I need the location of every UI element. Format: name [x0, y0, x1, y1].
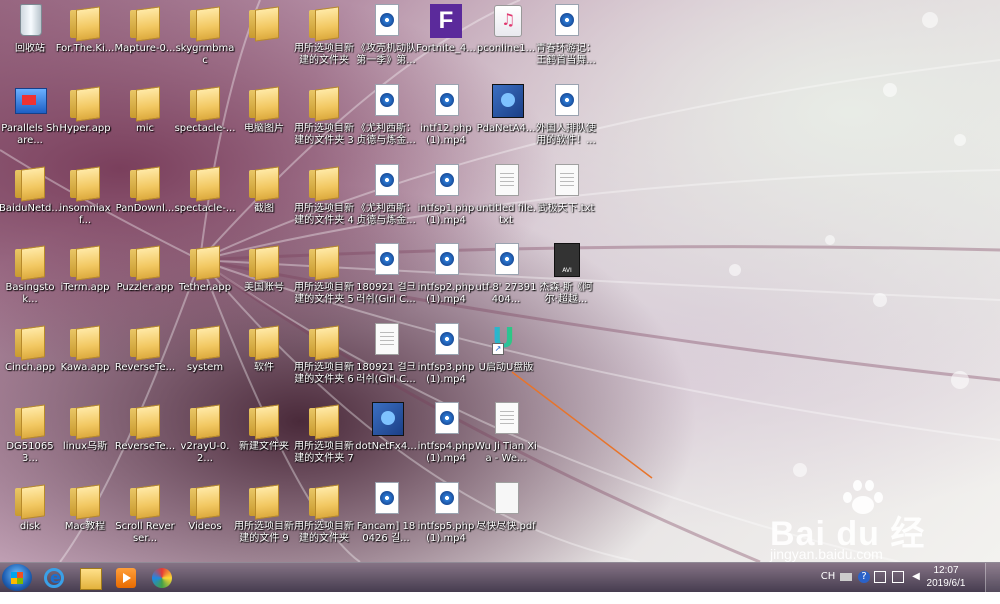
settings-icon[interactable]: [874, 571, 886, 583]
system-tray: CH ? ◀ 12:07 2019/6/1: [820, 563, 1000, 592]
clock-date: 2019/6/1: [926, 578, 966, 589]
internet-explorer-icon: [44, 568, 64, 588]
network-icon[interactable]: [892, 571, 904, 583]
keyboard-icon[interactable]: [840, 573, 852, 581]
start-button[interactable]: [2, 564, 32, 591]
show-desktop-button[interactable]: [985, 563, 1000, 592]
taskbar-browser-button[interactable]: [146, 565, 178, 590]
taskbar: CH ? ◀ 12:07 2019/6/1: [0, 562, 1000, 592]
taskbar-media-player-button[interactable]: [110, 565, 142, 590]
baidu-jingyan-watermark: Bai du 经验 jingyan.baidu.com: [770, 478, 960, 602]
browser-icon: [152, 568, 172, 588]
clock[interactable]: 12:07 2019/6/1: [918, 564, 974, 590]
taskbar-ie-button[interactable]: [38, 565, 70, 590]
media-player-icon: [116, 568, 136, 588]
folder-icon: [80, 568, 102, 590]
clock-time: 12:07: [933, 565, 959, 576]
language-indicator[interactable]: CH: [820, 571, 836, 583]
watermark-url: jingyan.baidu.com: [770, 546, 883, 562]
taskbar-explorer-button[interactable]: [74, 565, 106, 590]
help-icon[interactable]: ?: [858, 571, 870, 583]
